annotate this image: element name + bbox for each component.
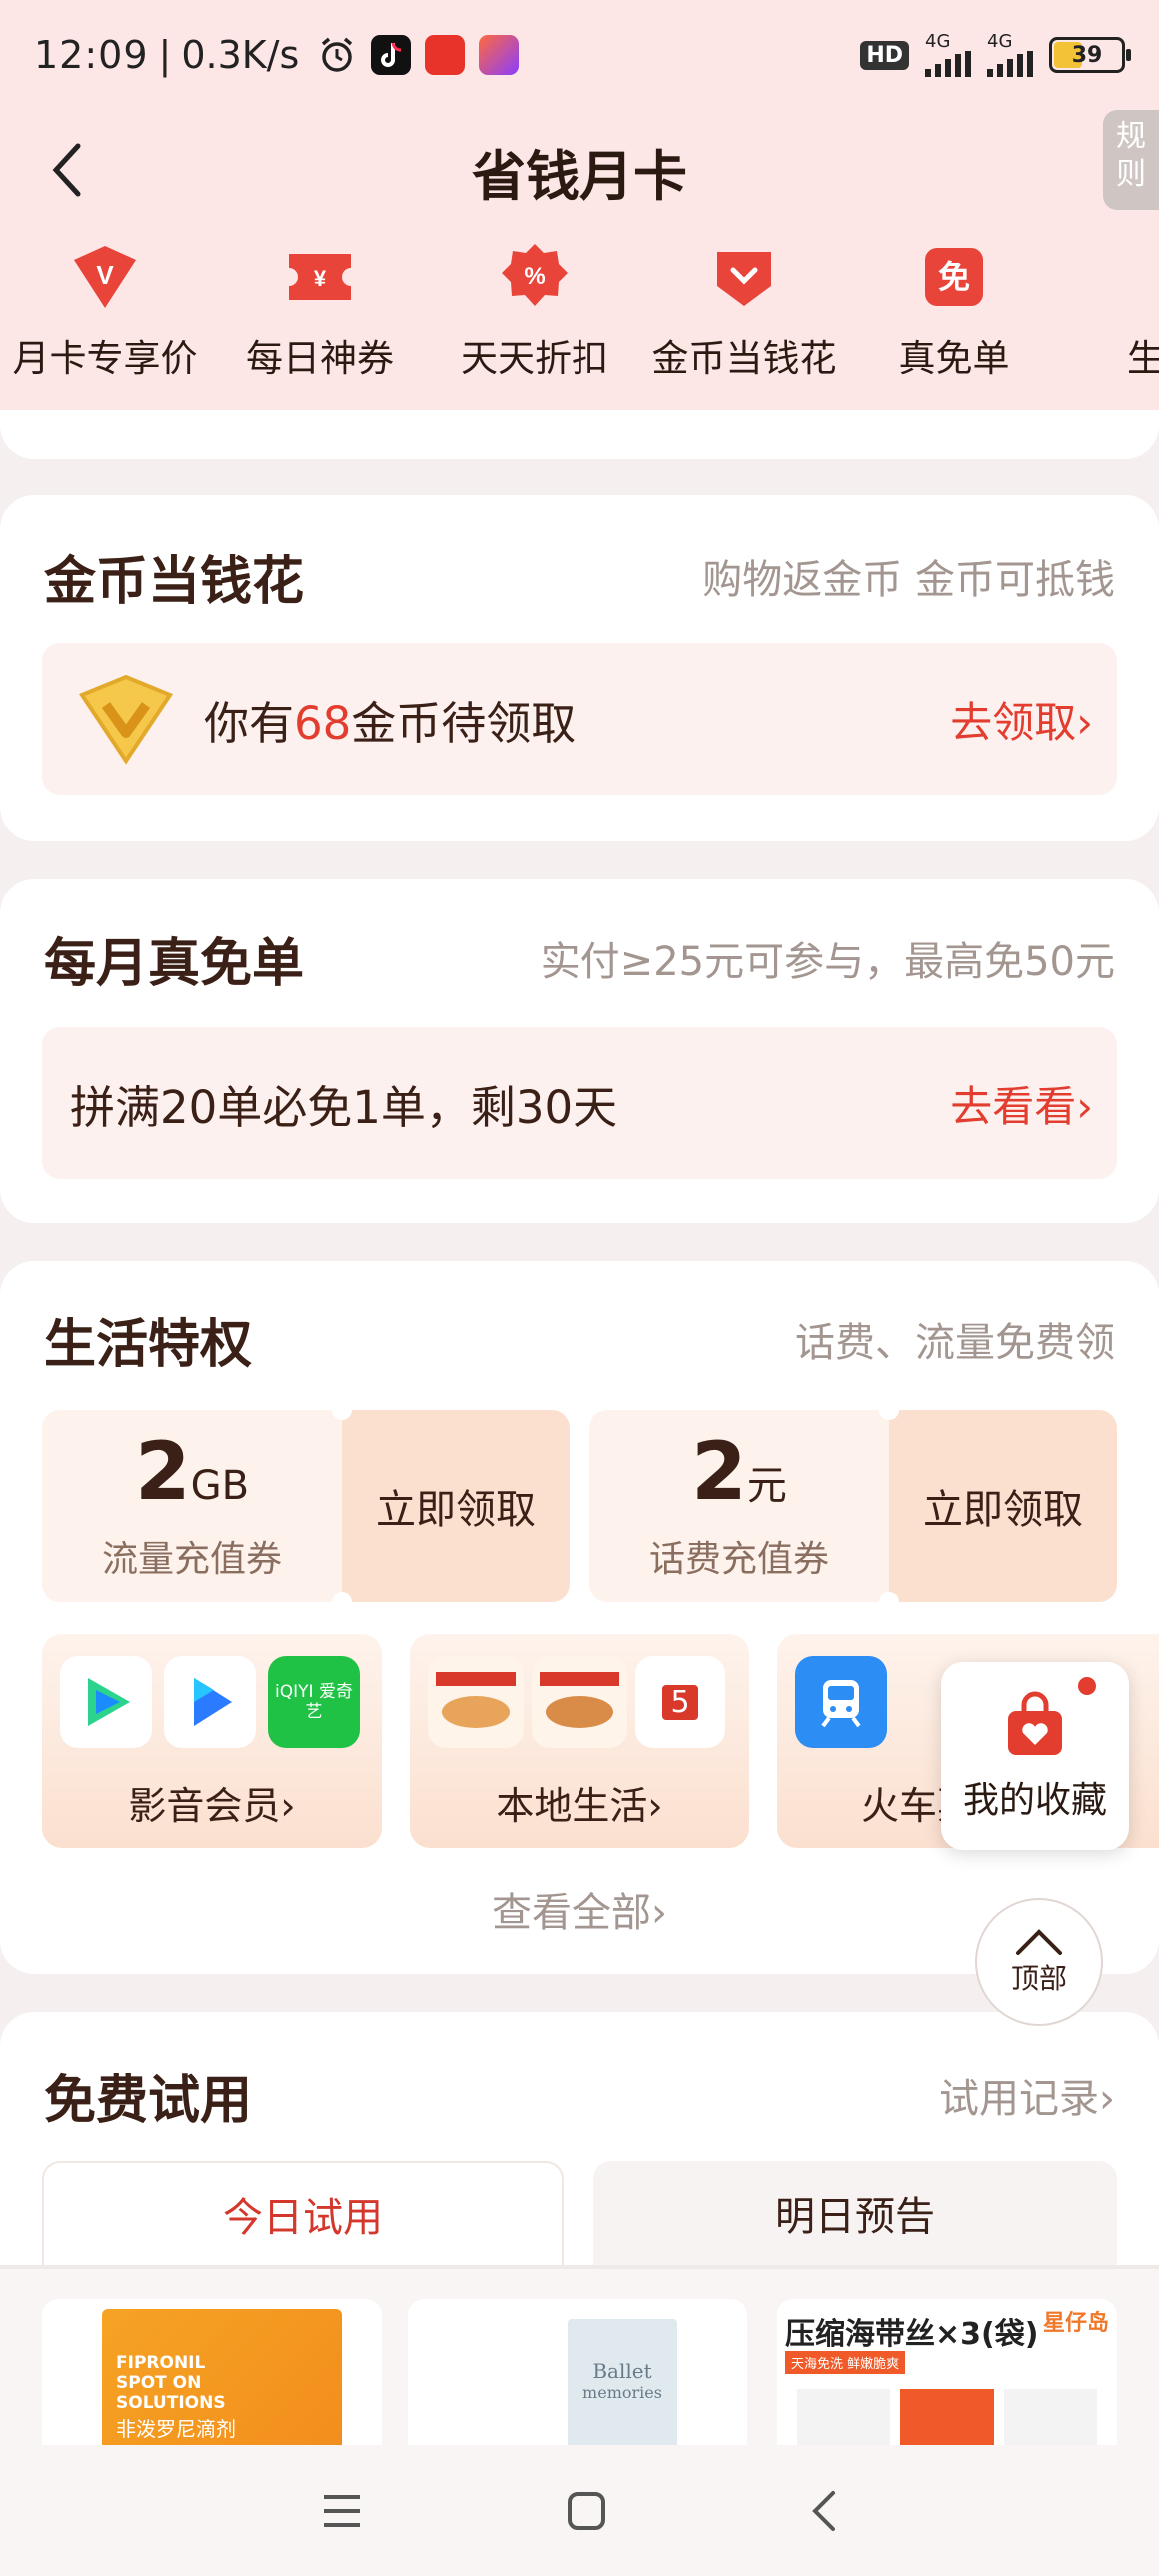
trial-record-link[interactable]: 试用记录› xyxy=(939,2066,1115,2124)
tab-member-price[interactable]: V 月卡专享价 xyxy=(0,240,210,400)
gold-v-coin-icon xyxy=(78,674,174,765)
data-coupon-card: 2GB 流量充值券 立即领取 xyxy=(42,1400,570,1612)
tab-daily-discount[interactable]: % 天天折扣 xyxy=(430,240,639,400)
product-image: FIPRONIL SPOT ON SOLUTIONS 非泼罗尼滴剂 xyxy=(102,2309,342,2445)
previous-card-edge xyxy=(0,410,1159,459)
kfc-bucket-icon xyxy=(532,1656,627,1748)
coins-amount: 68 xyxy=(294,696,352,750)
battery-icon: 39 xyxy=(1049,37,1131,73)
tab-daily-coupon[interactable]: ¥ 每日神券 xyxy=(210,240,430,400)
product-card[interactable]: 压缩海带丝×3(袋) 星仔岛 天海免洗 鲜嫩脆爽 xyxy=(777,2299,1117,2445)
youku-icon xyxy=(164,1656,256,1748)
media-membership-label: 影音会员› xyxy=(128,1784,296,1828)
free-order-row[interactable]: 拼满20单必免1单，剩30天 去看看› xyxy=(42,1027,1117,1179)
v-badge-icon: V xyxy=(68,240,142,314)
product-image xyxy=(797,2389,1097,2445)
tiktok-icon xyxy=(371,35,412,75)
free-icon: 免 xyxy=(917,240,991,314)
svg-text:%: % xyxy=(524,263,545,290)
shopping-bag-heart-icon xyxy=(1008,1691,1062,1755)
back-icon[interactable] xyxy=(809,2489,839,2533)
trial-title: 免费试用 xyxy=(44,2071,253,2131)
coins-subtitle: 购物返金币 金币可抵钱 xyxy=(702,557,1115,603)
rules-button[interactable]: 规则 xyxy=(1103,110,1159,210)
status-divider: | xyxy=(158,33,172,77)
page-header: 省钱月卡 规则 V 月卡专享价 ¥ 每日神券 % 天天折扣 金币当钱花 免 真免… xyxy=(0,110,1159,410)
chevron-right-icon: › xyxy=(1076,697,1093,747)
see-more-link[interactable]: 去看看› xyxy=(950,1073,1117,1134)
local-life-tile[interactable]: 5 本地生活› xyxy=(410,1634,749,1848)
notification-dot xyxy=(1075,1674,1099,1698)
claim-coins-link[interactable]: 去领取› xyxy=(950,689,1117,750)
coins-text: 你有68金币待领取 xyxy=(204,696,577,750)
status-time: 12:09 xyxy=(34,33,149,77)
status-bar: 12:09 | 0.3K/s HD 4G 4G 39 xyxy=(0,0,1159,110)
phone-coupon-amount: 2元 xyxy=(691,1425,787,1518)
product-image: Ballet memories xyxy=(568,2319,677,2445)
iqiyi-icon: iQIYI 爱奇艺 xyxy=(268,1656,360,1748)
life-card: 生活特权 话费、流量免费领 xyxy=(0,1261,1159,1974)
chevron-right-icon: › xyxy=(647,1784,663,1828)
svg-text:¥: ¥ xyxy=(314,266,327,291)
chevron-up-icon xyxy=(1016,1929,1062,1955)
favorites-button[interactable]: 我的收藏 xyxy=(941,1662,1129,1850)
coins-card: 金币当钱花 购物返金币 金币可抵钱 你有68金币待领取 去领取› xyxy=(0,495,1159,841)
signal-icon: 4G xyxy=(925,33,971,77)
svg-text:免: 免 xyxy=(938,258,970,296)
chevron-right-icon: › xyxy=(1099,2076,1115,2122)
claim-data-button[interactable]: 立即领取 xyxy=(332,1400,570,1612)
trial-products: FIPRONIL SPOT ON SOLUTIONS 非泼罗尼滴剂 Ballet… xyxy=(0,2265,1159,2445)
phone-coupon-card: 2元 话费充值券 立即领取 xyxy=(589,1400,1117,1612)
chevron-right-icon: › xyxy=(280,1784,296,1828)
page-title: 省钱月卡 xyxy=(472,145,687,208)
signal-icon-2: 4G xyxy=(987,33,1033,77)
tab-tomorrow-preview[interactable]: 明日预告 xyxy=(593,2161,1117,2265)
free-order-card: 每月真免单 实付≥25元可参与，最高免50元 拼满20单必免1单，剩30天 去看… xyxy=(0,879,1159,1223)
notification-icons xyxy=(317,35,520,75)
net-speed: 0.3K/s xyxy=(181,33,300,77)
product-card[interactable]: FIPRONIL SPOT ON SOLUTIONS 非泼罗尼滴剂 xyxy=(42,2299,382,2445)
data-coupon-name: 流量充值券 xyxy=(101,1539,282,1580)
tab-free-order[interactable]: 免 真免单 xyxy=(849,240,1059,400)
app-icon xyxy=(425,35,466,75)
tab-today-trial[interactable]: 今日试用 xyxy=(42,2161,564,2265)
chevron-right-icon: › xyxy=(651,1890,667,1936)
svg-text:V: V xyxy=(96,260,114,290)
data-coupon-amount: 2GB xyxy=(134,1425,250,1518)
coins-row[interactable]: 你有68金币待领取 去领取› xyxy=(42,643,1117,795)
free-order-subtitle: 实付≥25元可参与，最高免50元 xyxy=(540,939,1115,985)
home-icon[interactable] xyxy=(565,2489,608,2533)
media-membership-tile[interactable]: iQIYI 爱奇艺 影音会员› xyxy=(42,1634,382,1848)
tencent-video-icon xyxy=(60,1656,152,1748)
back-to-top-button[interactable]: 顶部 xyxy=(975,1898,1103,2026)
product-card[interactable]: Ballet memories xyxy=(408,2299,747,2445)
life-icon xyxy=(1127,240,1159,314)
free-order-title: 每月真免单 xyxy=(44,934,305,994)
train-icon xyxy=(795,1656,887,1748)
phone-coupon-name: 话费充值券 xyxy=(648,1539,829,1580)
life-title: 生活特权 xyxy=(44,1315,253,1375)
local-life-label: 本地生活› xyxy=(496,1784,663,1828)
heart-coin-icon xyxy=(707,240,781,314)
coins-title: 金币当钱花 xyxy=(44,552,305,612)
tab-life[interactable]: 生活 xyxy=(1059,240,1159,400)
life-subtitle: 话费、流量免费领 xyxy=(795,1320,1115,1366)
tab-coins[interactable]: 金币当钱花 xyxy=(639,240,849,400)
hd-badge: HD xyxy=(860,40,909,70)
discount-icon: % xyxy=(498,240,572,314)
bank-app-icon xyxy=(479,35,520,75)
system-nav-bar xyxy=(0,2445,1159,2576)
claim-phone-button[interactable]: 立即领取 xyxy=(879,1400,1117,1612)
chevron-right-icon: › xyxy=(1076,1081,1093,1131)
category-tabs: V 月卡专享价 ¥ 每日神券 % 天天折扣 金币当钱花 免 真免单 生 xyxy=(0,240,1159,400)
coupon-5-icon: 5 xyxy=(635,1656,725,1748)
coupon-icon: ¥ xyxy=(283,240,357,314)
free-order-text: 拼满20单必免1单，剩30天 xyxy=(70,1080,618,1134)
alarm-icon xyxy=(322,37,353,72)
kfc-meal-icon xyxy=(428,1656,524,1748)
menu-icon[interactable] xyxy=(320,2491,364,2531)
